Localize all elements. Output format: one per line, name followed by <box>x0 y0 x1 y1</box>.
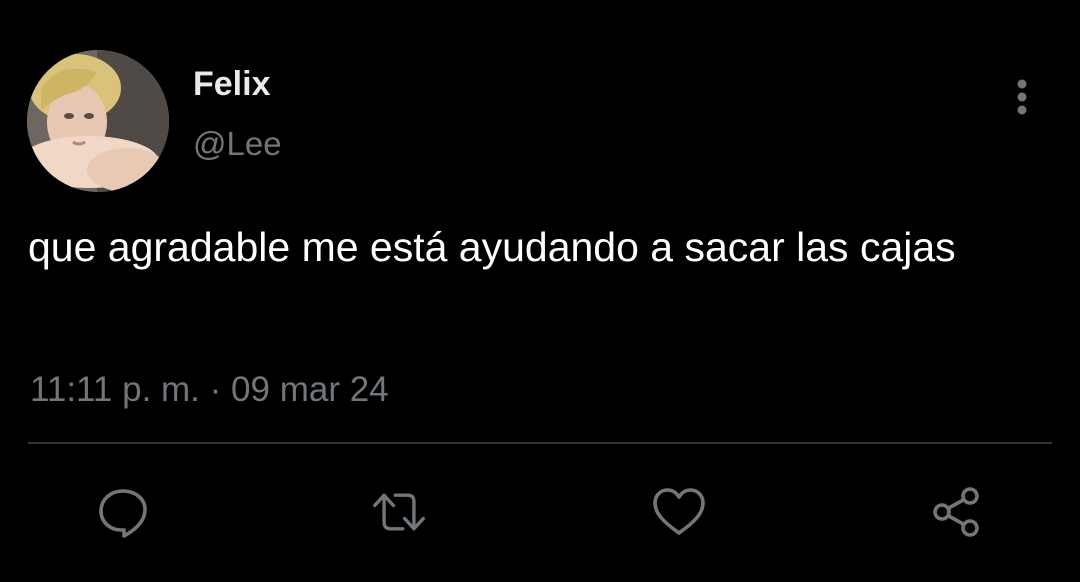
author-handle[interactable]: @Lee <box>193 124 282 164</box>
avatar-photo <box>27 50 169 192</box>
tweet-timestamp: 11:11 p. m. · 09 mar 24 <box>30 368 389 412</box>
tweet-time[interactable]: 11:11 p. m. <box>30 370 200 409</box>
retweet-button[interactable] <box>371 484 427 540</box>
share-icon <box>933 487 979 537</box>
more-options-button[interactable] <box>1004 78 1040 118</box>
tweet-date[interactable]: 09 mar 24 <box>231 370 389 409</box>
retweet-icon <box>373 493 425 531</box>
tweet-text: que agradable me está ayudando a sacar l… <box>28 224 956 270</box>
meta-separator: · <box>209 370 222 409</box>
more-vertical-icon <box>1017 79 1027 115</box>
divider <box>28 442 1052 444</box>
author-display-name[interactable]: Felix <box>193 64 270 104</box>
reply-icon <box>99 489 147 538</box>
share-button[interactable] <box>929 484 985 540</box>
like-button[interactable] <box>651 484 707 540</box>
heart-icon <box>653 488 705 535</box>
reply-button[interactable] <box>95 484 151 540</box>
avatar[interactable] <box>27 50 169 192</box>
tweet: Felix @Lee que agradable me está ayudand… <box>0 0 1080 582</box>
